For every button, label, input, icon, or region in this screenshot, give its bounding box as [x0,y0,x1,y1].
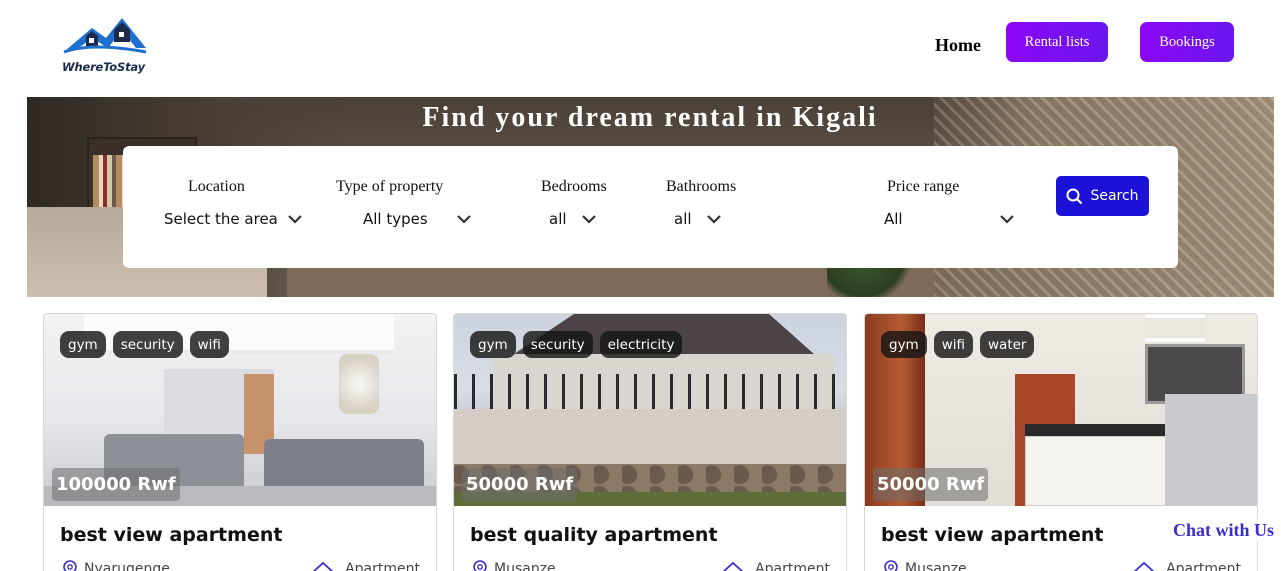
fence-shape [454,374,846,414]
fridge-shape [1165,394,1257,506]
house-icon [312,561,334,571]
amenity-tag: water [980,331,1035,358]
mirror-shape [339,354,379,414]
listing-location: Musanze [883,560,967,571]
chevron-down-icon[interactable] [287,214,303,224]
location-text: Musanze [494,561,556,571]
house-icon [722,561,744,571]
bathrooms-select[interactable]: all [674,210,692,228]
listing-type: Apartment [721,560,830,571]
hero-title: Find your dream rental in Kigali [422,102,878,133]
rental-lists-button[interactable]: Rental lists [1006,22,1108,62]
bedrooms-select[interactable]: all [549,210,567,228]
price-range-label: Price range [887,178,960,195]
search-button[interactable]: Search [1056,176,1149,216]
price-badge: 50000 Rwf [873,468,989,501]
location-pin-icon [473,560,487,571]
listing-image[interactable]: gym wifi water 50000 Rwf [865,314,1257,506]
logo-text: WhereToStay [62,60,145,74]
property-type-label: Type of property [336,178,444,195]
amenity-tag: gym [470,331,516,358]
location-text: Musanze [905,561,967,571]
amenity-tags: gym wifi water [881,331,1035,358]
listing-type: Apartment [311,560,420,571]
chevron-down-icon[interactable] [706,214,722,224]
bathrooms-label: Bathrooms [666,178,737,195]
chevron-down-icon[interactable] [581,214,597,224]
logo[interactable]: WhereToStay [60,12,150,78]
listing-image[interactable]: gym security electricity 50000 Rwf [454,314,846,506]
house-logo-icon [63,18,147,54]
location-text: Nyarugenge [84,561,170,571]
listing-card[interactable]: gym security wifi 100000 Rwf best view a… [43,313,437,571]
listing-image[interactable]: gym security wifi 100000 Rwf [44,314,436,506]
price-badge: 100000 Rwf [52,468,180,501]
price-range-select[interactable]: All [884,210,903,228]
nav-home-link[interactable]: Home [935,35,981,56]
amenity-tag: wifi [189,331,229,358]
bedrooms-label: Bedrooms [541,178,607,195]
amenity-tag: gym [60,331,106,358]
type-text: Apartment [755,561,830,571]
cabinet-shape [1025,436,1185,506]
listing-location: Nyarugenge [62,560,170,571]
amenity-tag: security [522,331,593,358]
base-wall-shape [454,409,846,464]
listing-title[interactable]: best view apartment [60,524,282,546]
search-button-label: Search [1090,188,1139,204]
location-label: Location [188,178,245,195]
property-type-select[interactable]: All types [363,210,428,228]
listing-title[interactable]: best quality apartment [470,524,718,546]
listing-location: Musanze [472,560,556,571]
house-icon [1133,561,1155,571]
listing-title[interactable]: best view apartment [881,524,1103,546]
amenity-tag: wifi [933,331,974,358]
amenity-tags: gym security electricity [470,331,683,358]
listing-type: Apartment [1132,560,1241,571]
header: WhereToStay Home Rental lists Bookings [0,0,1281,97]
location-pin-icon [63,560,77,571]
search-icon [1066,188,1083,204]
amenity-tags: gym security wifi [60,331,229,358]
amenity-tag: electricity [599,331,683,358]
chevron-down-icon[interactable] [456,214,472,224]
amenity-tag: gym [881,331,927,358]
type-text: Apartment [1166,561,1241,571]
location-select[interactable]: Select the area [164,210,278,228]
amenity-tag: security [112,331,183,358]
chat-with-us-button[interactable]: Chat with Us [1173,520,1281,541]
price-badge: 50000 Rwf [462,468,578,501]
location-pin-icon [884,560,898,571]
type-text: Apartment [345,561,420,571]
search-panel: Location Select the area Type of propert… [123,146,1178,268]
bookings-button[interactable]: Bookings [1140,22,1234,62]
listing-card[interactable]: gym security electricity 50000 Rwf best … [453,313,847,571]
chevron-down-icon[interactable] [999,214,1015,224]
